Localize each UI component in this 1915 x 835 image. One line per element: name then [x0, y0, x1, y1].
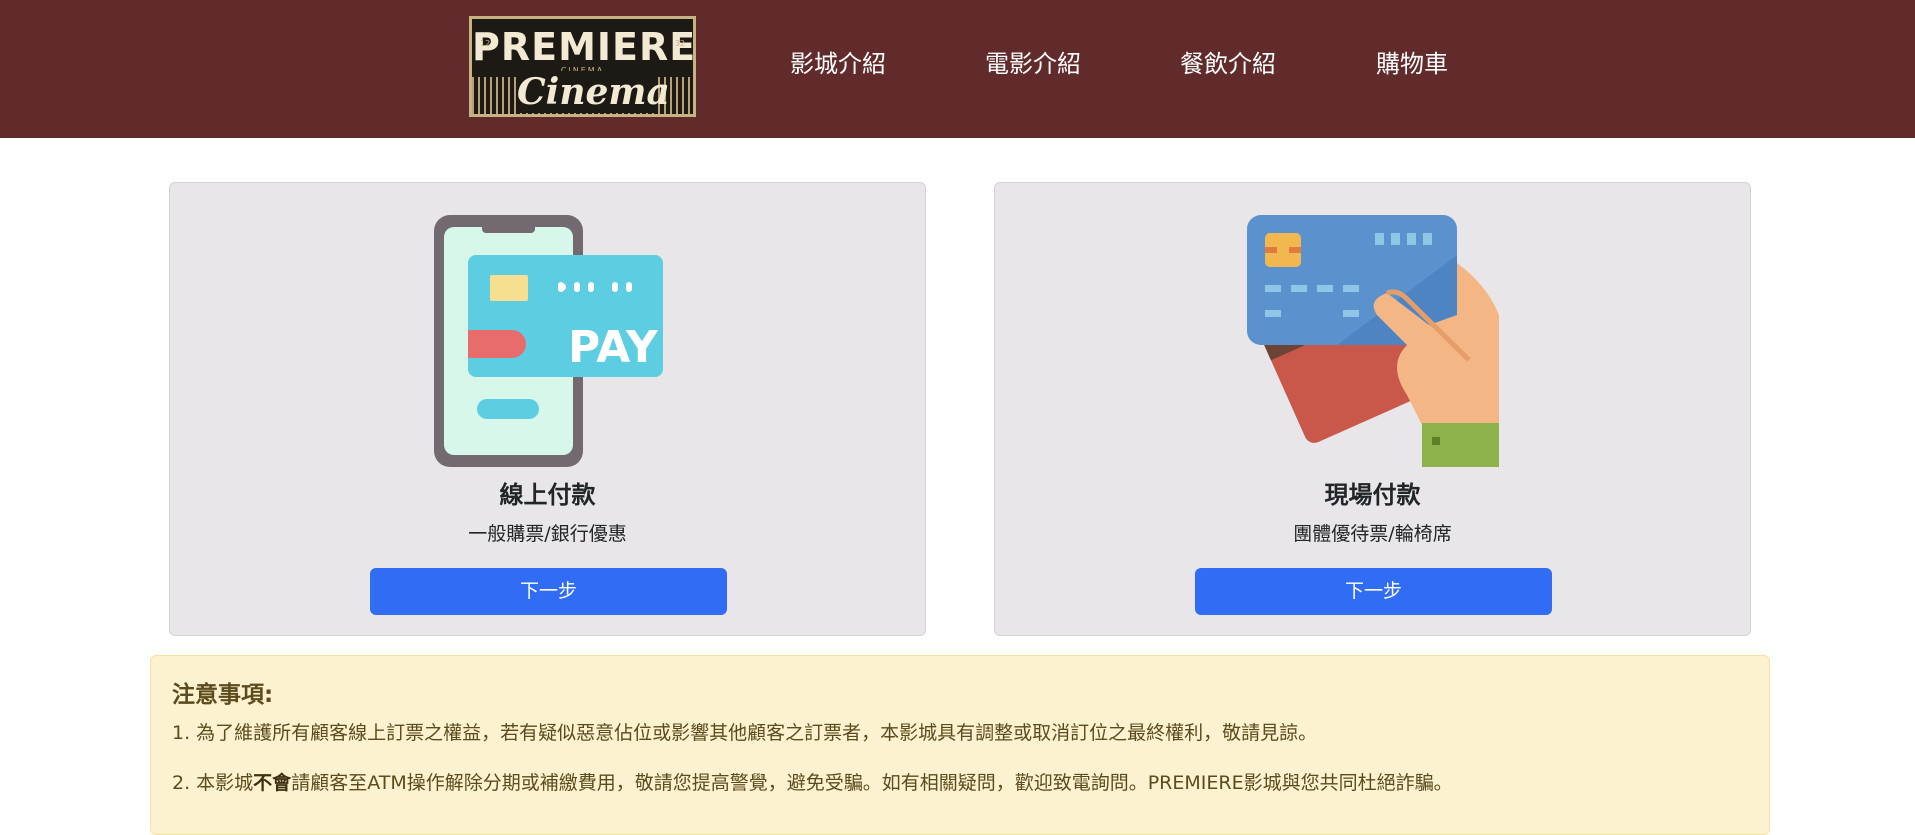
notice-box: 注意事項: 1. 為了維護所有顧客線上訂票之權益，若有疑似惡意佔位或影響其他顧客… [150, 655, 1770, 835]
onsite-payment-subtitle: 團體優待票/輪椅席 [1293, 523, 1452, 545]
logo-title: PREMIERE [472, 25, 696, 69]
notice-line-2: 2. 本影城不會請顧客至ATM操作解除分期或補繳費用，敬請您提高警覺，避免受騙。… [172, 768, 1453, 795]
top-navbar: PREMIERE 12 32 CINEMA Cinema 影城介紹 電影介紹 餐… [0, 0, 1915, 138]
notice-line-2-start: 2. 本影城 [172, 772, 254, 794]
notice-line-2-end: 請顧客至ATM操作解除分期或補繳費用，敬請您提高警覺，避免受騙。如有相關疑問，歡… [291, 772, 1453, 794]
logo-script: Cinema [517, 71, 670, 113]
mobile-pay-icon: PAY [434, 215, 663, 467]
notice-title: 注意事項: [172, 682, 274, 708]
online-payment-next-button[interactable]: 下一步 [370, 568, 727, 615]
credit-card-hand-icon [1247, 215, 1499, 467]
logo-number-left: 12 [480, 39, 491, 48]
onsite-payment-title: 現場付款 [1324, 481, 1421, 509]
onsite-payment-card: 現場付款 團體優待票/輪椅席 下一步 [994, 182, 1751, 636]
notice-line-2-bold: 不會 [253, 772, 292, 794]
logo-number-right: 32 [674, 39, 685, 48]
pay-label: PAY [568, 322, 659, 373]
nav-cinema-intro[interactable]: 影城介紹 [790, 47, 886, 81]
premiere-cinema-logo[interactable]: PREMIERE 12 32 CINEMA Cinema [469, 16, 696, 117]
nav-food-intro[interactable]: 餐飲介紹 [1180, 47, 1276, 81]
onsite-payment-next-button[interactable]: 下一步 [1195, 568, 1552, 615]
nav-shopping-cart[interactable]: 購物車 [1376, 47, 1448, 81]
online-payment-subtitle: 一般購票/銀行優惠 [468, 523, 627, 545]
nav-movie-intro[interactable]: 電影介紹 [985, 47, 1081, 81]
notice-line-1: 1. 為了維護所有顧客線上訂票之權益，若有疑似惡意佔位或影響其他顧客之訂票者，本… [172, 722, 1318, 744]
online-payment-title: 線上付款 [499, 481, 596, 509]
online-payment-card: PAY 線上付款 一般購票/銀行優惠 下一步 [169, 182, 926, 636]
